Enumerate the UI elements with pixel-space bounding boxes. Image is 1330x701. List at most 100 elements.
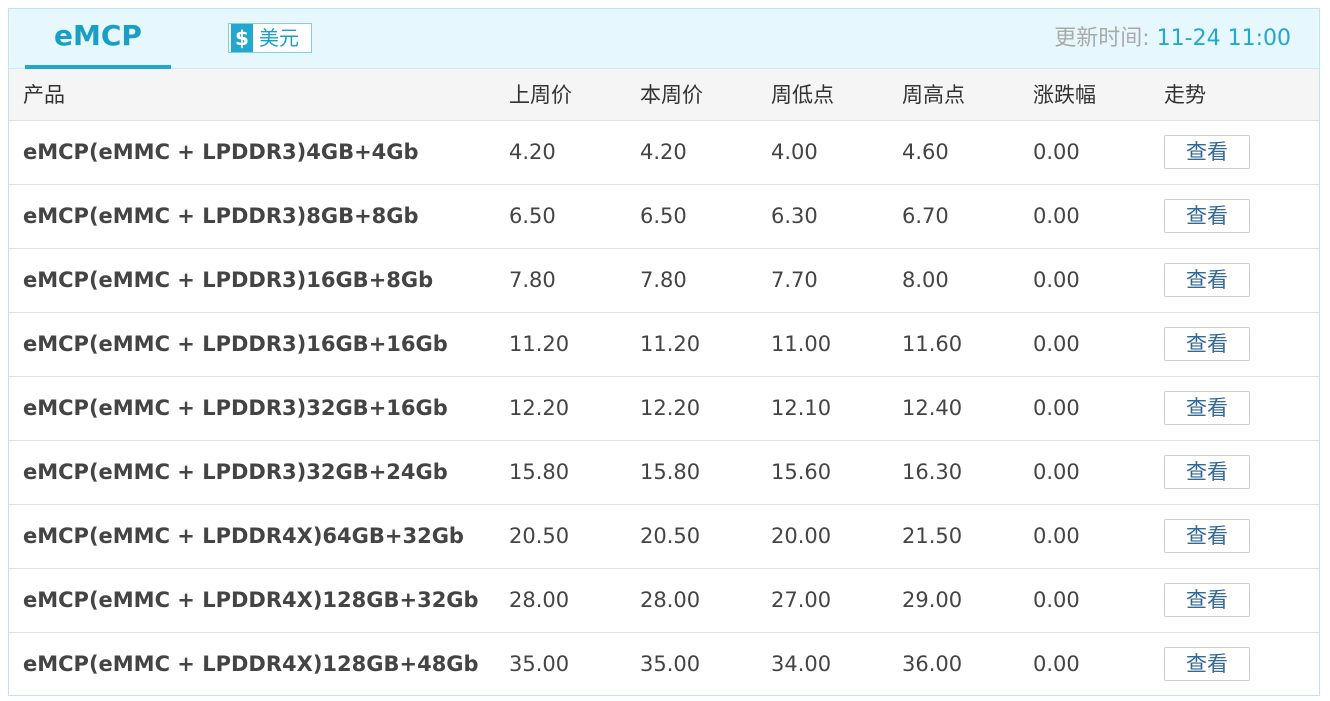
trend-cell: 查看: [1164, 248, 1319, 313]
last-week-price: 6.50: [509, 184, 640, 249]
week-high: 11.60: [902, 312, 1033, 377]
view-trend-button[interactable]: 查看: [1164, 455, 1250, 489]
price-change: 0.00: [1033, 504, 1164, 569]
last-week-price: 4.20: [509, 120, 640, 185]
table-row: eMCP(eMMC + LPDDR3)32GB+16Gb 12.20 12.20 12…: [9, 376, 1319, 441]
view-trend-button[interactable]: 查看: [1164, 647, 1250, 682]
trend-cell: 查看: [1164, 376, 1319, 441]
update-time: 更新时间: 11-24 11:00: [1054, 9, 1291, 69]
last-week-price: 15.80: [509, 440, 640, 505]
table-row: eMCP(eMMC + LPDDR3)16GB+16Gb 11.20 11.20 11…: [9, 312, 1319, 377]
view-trend-button[interactable]: 查看: [1164, 135, 1250, 169]
week-low: 11.00: [771, 312, 902, 377]
this-week-price: 35.00: [640, 652, 701, 677]
price-change: 0.00: [1033, 248, 1164, 313]
table-row: eMCP(eMMC + LPDDR4X)64GB+32Gb 20.50 20.50 2…: [9, 504, 1319, 569]
last-week-price: 20.50: [509, 504, 640, 569]
price-change: 0.00: [1033, 376, 1164, 441]
week-low: 34.00: [771, 652, 832, 677]
trend-cell: 查看: [1164, 504, 1319, 569]
week-high: 36.00: [902, 652, 963, 677]
last-week-price: 11.20: [509, 312, 640, 377]
week-low: 20.00: [771, 504, 902, 569]
trend-cell: 查看: [1164, 440, 1319, 505]
table-row: eMCP(eMMC + LPDDR3)8GB+8Gb 6.50 6.50 6.30 6.…: [9, 184, 1319, 249]
table-row: eMCP(eMMC + LPDDR4X)128GB+32Gb 28.00 28.00…: [9, 568, 1319, 633]
dollar-icon: $: [231, 24, 253, 52]
product-name[interactable]: eMCP(eMMC + LPDDR3)16GB+8Gb: [9, 248, 509, 313]
view-trend-button[interactable]: 查看: [1164, 199, 1250, 233]
view-trend-button[interactable]: 查看: [1164, 391, 1250, 425]
trend-cell: 查看: [1164, 184, 1319, 249]
week-low: 4.00: [771, 120, 902, 185]
trend-cell: 查看: [1164, 568, 1319, 633]
column-header-product: 产品: [9, 69, 509, 121]
product-name[interactable]: eMCP(eMMC + LPDDR4X)128GB+32Gb: [9, 568, 509, 633]
price-change: 0.00: [1033, 120, 1164, 185]
this-week-price: 15.80: [640, 440, 771, 505]
column-header-last-week: 上周价: [509, 69, 640, 121]
product-name[interactable]: eMCP(eMMC + LPDDR3)32GB+24Gb: [9, 440, 509, 505]
column-header-trend: 走势: [1164, 69, 1319, 121]
product-name[interactable]: eMCP(eMMC + LPDDR3)32GB+16Gb: [9, 376, 509, 441]
this-week-price: 6.50: [640, 184, 771, 249]
view-trend-button[interactable]: 查看: [1164, 583, 1250, 617]
price-change: 0.00: [1033, 568, 1164, 633]
last-week-price: 12.20: [509, 376, 640, 441]
price-panel: eMCP $ 美元 更新时间: 11-24 11:00 产品 上周价 本周价 周…: [8, 8, 1320, 696]
panel-header: eMCP $ 美元 更新时间: 11-24 11:00: [9, 9, 1319, 69]
price-table: 产品 上周价 本周价 周低点 周高点 涨跌幅 走势 eMCP(eMMC + LP…: [9, 69, 1319, 695]
currency-toggle[interactable]: $ 美元: [228, 23, 312, 53]
week-high: 12.40: [902, 376, 1033, 441]
week-low: 6.30: [771, 184, 902, 249]
product-name[interactable]: eMCP(eMMC + LPDDR3)4GB+4Gb: [9, 120, 509, 185]
view-trend-button[interactable]: 查看: [1164, 263, 1250, 297]
this-week-price: 12.20: [640, 376, 771, 441]
week-high: 6.70: [902, 184, 1033, 249]
trend-cell: 查看: [1164, 312, 1319, 377]
price-change: 0.00: [1033, 652, 1080, 677]
week-high: 29.00: [902, 568, 1033, 633]
week-low: 12.10: [771, 376, 902, 441]
column-header-week-low: 周低点: [771, 69, 902, 121]
currency-label: 美元: [259, 26, 299, 50]
trend-cell: 查看: [1164, 120, 1319, 185]
last-week-price: 28.00: [509, 568, 640, 633]
product-name[interactable]: eMCP(eMMC + LPDDR3)16GB+16Gb: [9, 312, 509, 377]
column-header-change: 涨跌幅: [1033, 69, 1164, 121]
table-body: eMCP(eMMC + LPDDR3)4GB+4Gb 4.20 4.20 4.00 4.…: [9, 120, 1319, 695]
this-week-price: 4.20: [640, 120, 771, 185]
table-row: eMCP(eMMC + LPDDR4X)128GB+48Gb 35.00 35.00…: [9, 632, 1319, 695]
product-name[interactable]: eMCP(eMMC + LPDDR3)8GB+8Gb: [9, 184, 509, 249]
product-name[interactable]: eMCP(eMMC + LPDDR4X)64GB+32Gb: [9, 504, 509, 569]
this-week-price: 28.00: [640, 568, 771, 633]
this-week-price: 11.20: [640, 312, 771, 377]
week-high: 16.30: [902, 440, 1033, 505]
week-high: 4.60: [902, 120, 1033, 185]
last-week-price: 35.00: [509, 652, 570, 677]
week-high: 21.50: [902, 504, 1033, 569]
table-row: eMCP(eMMC + LPDDR3)4GB+4Gb 4.20 4.20 4.00 4.…: [9, 120, 1319, 185]
tab-emcp[interactable]: eMCP: [25, 9, 171, 69]
trend-cell: 查看: [1164, 632, 1319, 695]
table-row: eMCP(eMMC + LPDDR3)32GB+24Gb 15.80 15.80 15…: [9, 440, 1319, 505]
week-low: 15.60: [771, 440, 902, 505]
table-row: eMCP(eMMC + LPDDR3)16GB+8Gb 7.80 7.80 7.70 8…: [9, 248, 1319, 313]
update-time-value: 11-24 11:00: [1156, 26, 1291, 51]
view-trend-button[interactable]: 查看: [1164, 519, 1250, 553]
view-trend-button[interactable]: 查看: [1164, 327, 1250, 361]
price-change: 0.00: [1033, 312, 1164, 377]
product-name[interactable]: eMCP(eMMC + LPDDR4X)128GB+48Gb: [9, 632, 509, 695]
column-header-this-week: 本周价: [640, 69, 771, 121]
table-header-row: 产品 上周价 本周价 周低点 周高点 涨跌幅 走势: [9, 69, 1319, 121]
week-low: 27.00: [771, 568, 902, 633]
last-week-price: 7.80: [509, 248, 640, 313]
update-time-label: 更新时间:: [1054, 26, 1157, 51]
price-change: 0.00: [1033, 184, 1164, 249]
this-week-price: 7.80: [640, 248, 771, 313]
week-high: 8.00: [902, 248, 1033, 313]
price-change: 0.00: [1033, 440, 1164, 505]
this-week-price: 20.50: [640, 504, 771, 569]
week-low: 7.70: [771, 248, 902, 313]
column-header-week-high: 周高点: [902, 69, 1033, 121]
